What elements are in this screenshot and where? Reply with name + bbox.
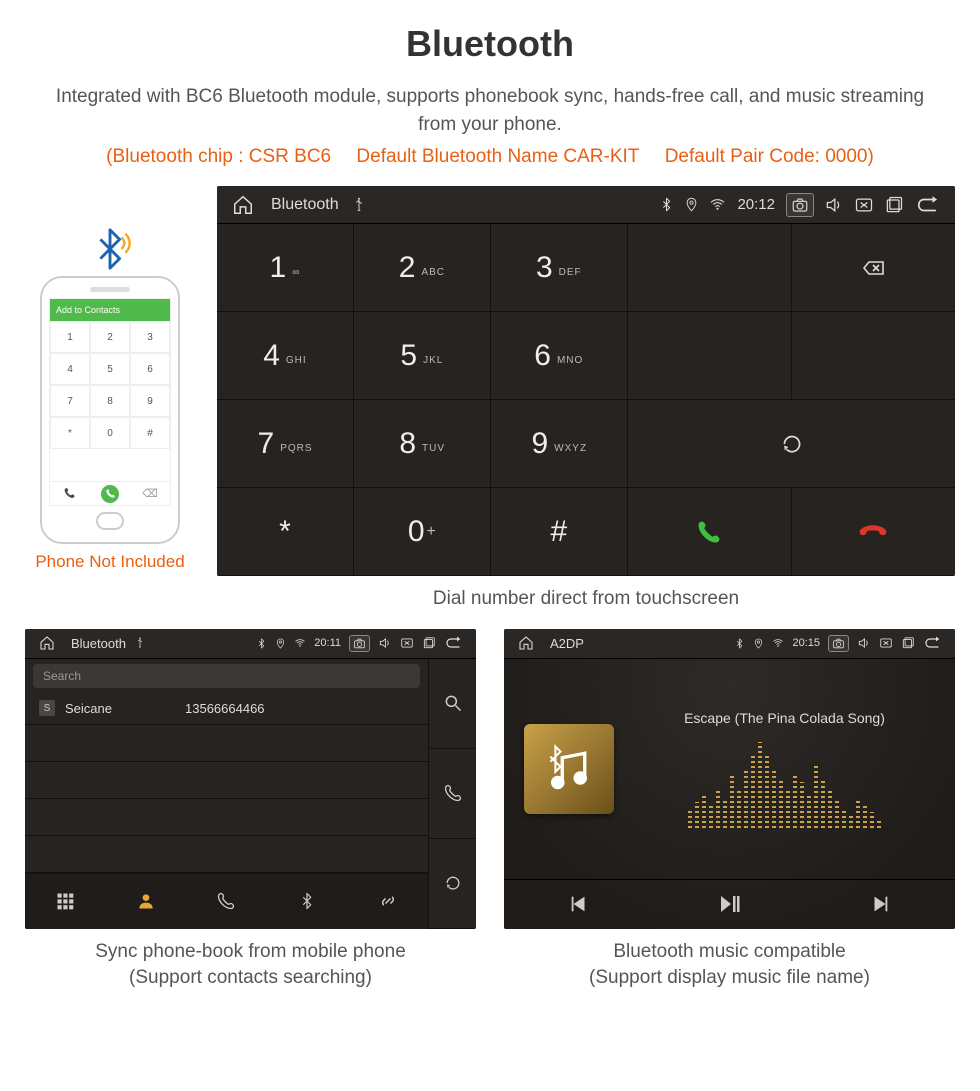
recent-apps-icon[interactable] bbox=[901, 636, 915, 650]
track-title: Escape (The Pina Colada Song) bbox=[634, 710, 935, 726]
hangup-button[interactable] bbox=[792, 488, 955, 575]
close-icon[interactable] bbox=[400, 636, 414, 650]
dialer-screen: Bluetooth 20:12 1∞2ABC3DEF 4GHI5JKL6MNO 7P… bbox=[217, 186, 955, 576]
bluetooth-signal-icon bbox=[87, 226, 133, 272]
back-icon[interactable] bbox=[444, 635, 462, 651]
search-input[interactable]: Search bbox=[33, 664, 420, 688]
bluetooth-icon bbox=[734, 638, 745, 649]
camera-icon[interactable] bbox=[786, 193, 814, 217]
nav-keypad[interactable] bbox=[25, 874, 106, 929]
statusbar: A2DP 20:15 bbox=[504, 629, 955, 659]
redial-button[interactable] bbox=[628, 400, 955, 487]
phone-caption: Phone Not Included bbox=[25, 552, 195, 572]
backspace-button[interactable] bbox=[792, 224, 955, 311]
side-search-button[interactable] bbox=[428, 659, 476, 749]
volume-icon[interactable] bbox=[857, 636, 871, 650]
bluetooth-icon bbox=[256, 638, 267, 649]
spec-name: Default Bluetooth Name CAR-KIT bbox=[356, 146, 639, 167]
contact-row[interactable]: S Seicane 13566664466 bbox=[25, 693, 428, 725]
nav-contacts[interactable] bbox=[106, 874, 187, 929]
camera-icon[interactable] bbox=[828, 635, 849, 652]
play-pause-button[interactable] bbox=[654, 880, 804, 929]
wifi-icon bbox=[772, 637, 784, 649]
contact-number: 13566664466 bbox=[185, 701, 265, 716]
phone-mockup: Add to Contacts 123456789*0# 📞 ⌫ bbox=[40, 276, 180, 544]
back-icon[interactable] bbox=[914, 194, 940, 216]
key-*[interactable]: * bbox=[217, 488, 354, 575]
contacts-caption: Sync phone-book from mobile phone (Suppo… bbox=[25, 939, 476, 992]
music-caption: Bluetooth music compatible (Support disp… bbox=[504, 939, 955, 992]
key-5[interactable]: 5JKL bbox=[354, 312, 491, 399]
phone-mockup-column: Add to Contacts 123456789*0# 📞 ⌫ Phone N… bbox=[25, 186, 195, 572]
location-icon bbox=[684, 197, 699, 212]
nav-bluetooth[interactable] bbox=[267, 874, 348, 929]
phone-greenbar: Add to Contacts bbox=[50, 299, 170, 321]
spec-code: Default Pair Code: 0000) bbox=[665, 146, 874, 167]
close-icon[interactable] bbox=[879, 636, 893, 650]
wifi-icon bbox=[294, 637, 306, 649]
statusbar: Bluetooth 20:12 bbox=[217, 186, 955, 224]
album-art bbox=[524, 724, 614, 814]
volume-icon[interactable] bbox=[824, 195, 844, 215]
statusbar: Bluetooth 20:11 bbox=[25, 629, 476, 659]
contact-badge: S bbox=[39, 700, 55, 716]
page-title: Bluetooth bbox=[25, 23, 955, 65]
recent-apps-icon[interactable] bbox=[422, 636, 436, 650]
close-icon[interactable] bbox=[854, 195, 874, 215]
key-0[interactable]: 0+ bbox=[354, 488, 491, 575]
next-track-button[interactable] bbox=[805, 880, 955, 929]
recent-apps-icon[interactable] bbox=[884, 195, 904, 215]
volume-icon[interactable] bbox=[378, 636, 392, 650]
key-4[interactable]: 4GHI bbox=[217, 312, 354, 399]
usb-icon bbox=[351, 197, 367, 213]
back-icon[interactable] bbox=[923, 635, 941, 651]
key-1[interactable]: 1∞ bbox=[217, 224, 354, 311]
nav-pair[interactable] bbox=[347, 874, 428, 929]
equalizer-visualizer bbox=[634, 740, 935, 828]
location-icon bbox=[753, 638, 764, 649]
key-8[interactable]: 8TUV bbox=[354, 400, 491, 487]
statusbar-title: Bluetooth bbox=[71, 636, 126, 651]
home-icon[interactable] bbox=[518, 635, 534, 651]
nav-recent-calls[interactable] bbox=[186, 874, 267, 929]
contacts-screen: Bluetooth 20:11 Search bbox=[25, 629, 476, 929]
usb-icon bbox=[134, 637, 146, 649]
key-#[interactable]: # bbox=[491, 488, 628, 575]
key-7[interactable]: 7PQRS bbox=[217, 400, 354, 487]
home-icon[interactable] bbox=[39, 635, 55, 651]
spec-chip: (Bluetooth chip : CSR BC6 bbox=[106, 146, 331, 167]
music-controls bbox=[504, 879, 955, 929]
bluetooth-icon bbox=[659, 197, 674, 212]
key-2[interactable]: 2ABC bbox=[354, 224, 491, 311]
prev-track-button[interactable] bbox=[504, 880, 654, 929]
contact-name: Seicane bbox=[65, 701, 185, 716]
key-9[interactable]: 9WXYZ bbox=[491, 400, 628, 487]
key-3[interactable]: 3DEF bbox=[491, 224, 628, 311]
statusbar-time: 20:11 bbox=[314, 637, 341, 649]
side-call-button[interactable] bbox=[428, 749, 476, 839]
wifi-icon bbox=[709, 196, 726, 213]
spec-line: (Bluetooth chip : CSR BC6 Default Blueto… bbox=[25, 146, 955, 168]
statusbar-time: 20:12 bbox=[737, 196, 775, 213]
statusbar-title: Bluetooth bbox=[271, 196, 339, 214]
call-button[interactable] bbox=[628, 488, 792, 575]
side-refresh-button[interactable] bbox=[428, 839, 476, 929]
statusbar-title: A2DP bbox=[550, 636, 584, 651]
camera-icon[interactable] bbox=[349, 635, 370, 652]
location-icon bbox=[275, 638, 286, 649]
contacts-bottom-nav bbox=[25, 873, 428, 929]
dialer-caption: Dial number direct from touchscreen bbox=[217, 586, 955, 613]
music-screen: A2DP 20:15 bbox=[504, 629, 955, 929]
home-icon[interactable] bbox=[232, 194, 254, 216]
page-subtitle: Integrated with BC6 Bluetooth module, su… bbox=[50, 83, 930, 138]
statusbar-time: 20:15 bbox=[792, 637, 820, 649]
key-6[interactable]: 6MNO bbox=[491, 312, 628, 399]
